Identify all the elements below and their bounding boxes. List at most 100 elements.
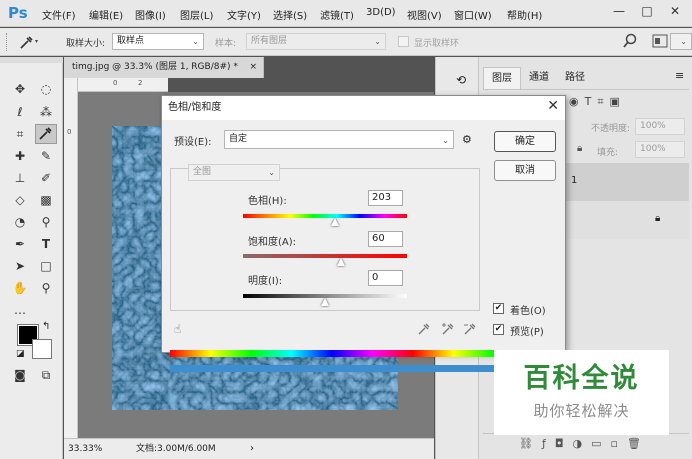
gradient-tool-icon[interactable]: ▩	[35, 190, 57, 210]
chevron-down-icon: ⌄	[680, 37, 687, 46]
dodge-tool-icon[interactable]: ⚲	[35, 212, 57, 232]
chevron-down-icon: ⌄	[374, 37, 381, 46]
panel-menu-icon[interactable]: ≡	[675, 69, 684, 82]
brush-tool-icon[interactable]: ✎	[35, 146, 57, 166]
tab-layers[interactable]: 图层	[483, 67, 521, 89]
show-ring-checkbox[interactable]	[398, 36, 409, 47]
menu-filter[interactable]: 滤镜(T)	[320, 7, 354, 22]
horizontal-ruler: 0 2	[78, 78, 168, 92]
fill-value: 100%	[640, 144, 666, 154]
layer-filter-icons[interactable]: ◉T⌗▣	[569, 95, 626, 109]
history-brush-tool-icon[interactable]: ✐	[35, 168, 57, 188]
healing-brush-tool-icon[interactable]: ✚	[9, 146, 31, 166]
workspace-icon[interactable]	[652, 34, 668, 51]
sample-size-select[interactable]: 取样点 ⌄	[112, 33, 204, 50]
preset-select[interactable]: 自定 ⌄	[224, 130, 454, 149]
minimize-button[interactable]: —	[608, 2, 630, 20]
saturation-slider-track[interactable]	[243, 254, 407, 258]
eyedropper-tool-icon[interactable]	[35, 124, 57, 144]
marquee-tool-icon[interactable]: ◌	[35, 79, 57, 99]
lock-icon[interactable]: 🔒︎	[577, 143, 582, 154]
hue-slider-thumb[interactable]	[330, 218, 339, 226]
document-info: 文档:3.00M/6.00M	[136, 444, 216, 454]
sample-size-label: 取样大小:	[66, 39, 106, 49]
menu-view[interactable]: 视图(V)	[407, 7, 442, 22]
swap-colors-icon[interactable]: ↰	[42, 321, 50, 332]
opacity-value: 100%	[640, 121, 666, 131]
preset-options-gear-icon[interactable]: ⚙︎	[462, 133, 472, 146]
search-icon[interactable]	[622, 33, 638, 52]
chevron-right-icon[interactable]: ›	[250, 439, 254, 459]
colorize-checkbox[interactable]: ✔	[493, 303, 504, 314]
menu-edit[interactable]: 编辑(E)	[89, 7, 123, 22]
hue-saturation-dialog: 色相/饱和度 ✕ 预设(E): 自定 ⌄ ⚙︎ 全图 ⌄ 色相(H): 203 饱和…	[161, 95, 566, 353]
saturation-input[interactable]: 60	[368, 231, 403, 247]
menu-3d[interactable]: 3D(D)	[366, 7, 396, 18]
dialog-close-button[interactable]: ✕	[547, 98, 559, 114]
menu-image[interactable]: 图像(I)	[135, 7, 166, 22]
blur-tool-icon[interactable]: ◔	[9, 212, 31, 232]
crop-tool-icon[interactable]: ⌗	[9, 124, 31, 144]
preview-checkbox[interactable]: ✔	[493, 324, 504, 335]
clone-stamp-tool-icon[interactable]: ⊥	[9, 168, 31, 188]
eyedropper-tool-preset-icon[interactable]	[18, 34, 40, 53]
zoom-level[interactable]: 33.33%	[68, 439, 102, 459]
layer-actions-bar[interactable]: ⛓ƒ◘◑▭▫🗑︎	[483, 433, 689, 455]
menu-help[interactable]: 帮助(H)	[507, 7, 542, 22]
screen-mode-icon[interactable]: ⧉	[35, 365, 57, 385]
eraser-tool-icon[interactable]: ◇	[9, 190, 31, 210]
cancel-button[interactable]: 取消	[494, 160, 556, 181]
default-colors-icon[interactable]: ◪	[16, 349, 25, 359]
lasso-tool-icon[interactable]: ℓ	[9, 102, 31, 122]
pen-tool-icon[interactable]: ✒	[9, 234, 31, 254]
eyedropper-icon[interactable]	[417, 322, 431, 339]
zoom-tool-icon[interactable]: ⚲	[35, 278, 57, 298]
status-bar: 33.33% 文档:3.00M/6.00M ›	[64, 438, 434, 459]
lightness-slider-thumb[interactable]	[321, 298, 329, 306]
channel-select[interactable]: 全图 ⌄	[188, 164, 280, 181]
close-window-button[interactable]: ✕	[664, 2, 686, 20]
type-tool-icon[interactable]: T	[35, 234, 57, 254]
menu-select[interactable]: 选择(S)	[273, 7, 307, 22]
photoshop-logo: Ps	[8, 4, 28, 22]
show-ring-label: 显示取样环	[414, 39, 460, 49]
history-panel-icon[interactable]: ⟲	[456, 73, 466, 87]
saturation-slider-thumb[interactable]	[337, 258, 346, 266]
restore-button[interactable]: □	[636, 2, 658, 20]
magic-wand-tool-icon[interactable]: ⁂	[35, 102, 57, 122]
quick-mask-icon[interactable]: ◙	[9, 365, 31, 385]
workspace-select[interactable]: ⌄	[670, 33, 692, 50]
fill-field[interactable]: 100%	[635, 141, 685, 158]
hand-adjust-icon[interactable]: ☝	[174, 322, 181, 336]
document-tab[interactable]: timg.jpg @ 33.3% (图层 1, RGB/8#) * ×	[64, 57, 264, 78]
background-color-swatch[interactable]	[32, 339, 52, 359]
move-tool-icon[interactable]: ✥	[9, 79, 31, 99]
channel-value: 全图	[193, 167, 212, 177]
tab-channels[interactable]: 通道	[521, 67, 557, 89]
sample-select[interactable]: 所有图层 ⌄	[246, 33, 386, 50]
dialog-title-bar[interactable]: 色相/饱和度	[162, 96, 565, 120]
eyedropper-plus-icon[interactable]	[441, 322, 455, 339]
document-tab-close-icon[interactable]: ×	[249, 57, 257, 78]
hand-tool-icon[interactable]: ✋	[9, 278, 31, 298]
lightness-input[interactable]: 0	[368, 270, 403, 286]
eyedropper-minus-icon[interactable]	[463, 322, 477, 339]
path-selection-tool-icon[interactable]: ➤	[9, 256, 31, 276]
rectangle-tool-icon[interactable]: □	[35, 256, 57, 276]
menu-window[interactable]: 窗口(W)	[454, 7, 492, 22]
hue-input[interactable]: 203	[368, 190, 403, 206]
menu-type[interactable]: 文字(Y)	[227, 7, 261, 22]
opacity-field[interactable]: 100%	[635, 118, 685, 135]
tab-paths[interactable]: 路径	[557, 67, 593, 89]
options-bar: 取样大小: 取样点 ⌄ 样本: 所有图层 ⌄ 显示取样环 ⌄	[0, 28, 692, 56]
ok-button[interactable]: 确定	[494, 131, 556, 152]
hue-slider-track[interactable]	[243, 214, 407, 218]
more-tools-icon[interactable]: …	[9, 300, 31, 320]
preset-value: 自定	[229, 134, 248, 144]
menu-file[interactable]: 文件(F)	[42, 7, 76, 22]
menu-layer[interactable]: 图层(L)	[180, 7, 213, 22]
sample-value: 所有图层	[251, 36, 288, 46]
panel-divider	[483, 89, 689, 90]
vertical-ruler: 0	[64, 78, 78, 438]
preset-label: 预设(E):	[174, 137, 212, 148]
